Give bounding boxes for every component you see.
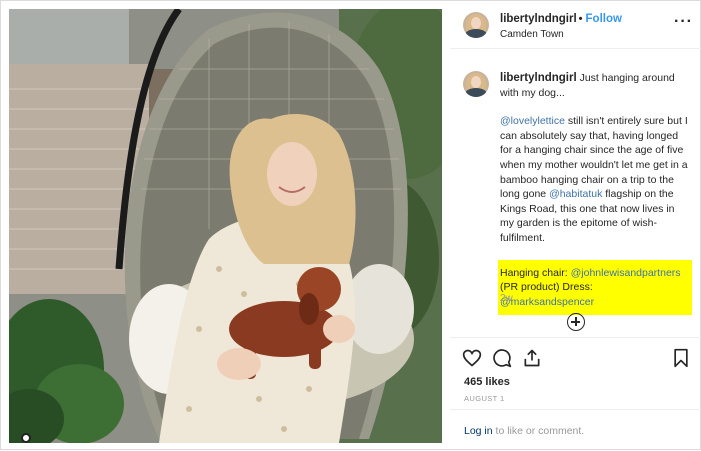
heart-icon[interactable]	[462, 348, 482, 371]
mention-link[interactable]: @lovelylettice	[500, 115, 565, 127]
photo-corner-badge-icon	[21, 433, 31, 443]
post-caption: libertylndngirl Just hanging around with…	[498, 71, 692, 316]
credit-text: Hanging chair:	[500, 266, 568, 279]
comment-login-bar: Log in to like or comment.	[450, 409, 701, 451]
mention-link[interactable]: @johnlewisandpartners	[571, 267, 681, 279]
share-icon[interactable]	[522, 348, 542, 371]
post-header: libertylndngirl • Follow Camden Town ···	[450, 1, 701, 49]
caption-time-ago: 2w	[500, 293, 513, 304]
load-more-comments-icon[interactable]	[567, 313, 585, 331]
credits-highlight: Hanging chair: @johnlewisandpartners (PR…	[498, 259, 692, 316]
bookmark-icon[interactable]	[672, 348, 690, 371]
photo-illustration	[9, 9, 442, 443]
credit-text: (PR product) Dress:	[500, 281, 593, 294]
login-prompt: Log in to like or comment.	[464, 425, 584, 437]
post-photo[interactable]	[9, 9, 442, 443]
avatar[interactable]	[463, 12, 489, 38]
follow-button[interactable]: Follow	[586, 13, 622, 25]
caption-username-link[interactable]: libertylndngirl	[500, 72, 577, 84]
mention-link[interactable]: @habitatuk	[549, 188, 602, 200]
separator-dot: •	[578, 13, 583, 25]
login-link[interactable]: Log in	[464, 425, 493, 437]
username-link[interactable]: libertylndngirl	[500, 13, 577, 25]
post-date: AUGUST 1	[464, 394, 505, 403]
mention-link[interactable]: @marksandspencer	[500, 296, 594, 308]
location-link[interactable]: Camden Town	[500, 29, 564, 40]
caption-avatar[interactable]	[463, 71, 489, 97]
likes-count[interactable]: 465 likes	[464, 376, 510, 388]
header-user-line: libertylndngirl • Follow	[500, 13, 622, 25]
instagram-post: libertylndngirl • Follow Camden Town ··· l…	[0, 0, 701, 450]
login-prompt-text: to like or comment.	[495, 425, 585, 437]
post-side-panel: libertylndngirl • Follow Camden Town ··· l…	[450, 1, 701, 451]
more-options-icon[interactable]: ···	[674, 13, 693, 31]
comment-icon[interactable]	[492, 348, 512, 371]
